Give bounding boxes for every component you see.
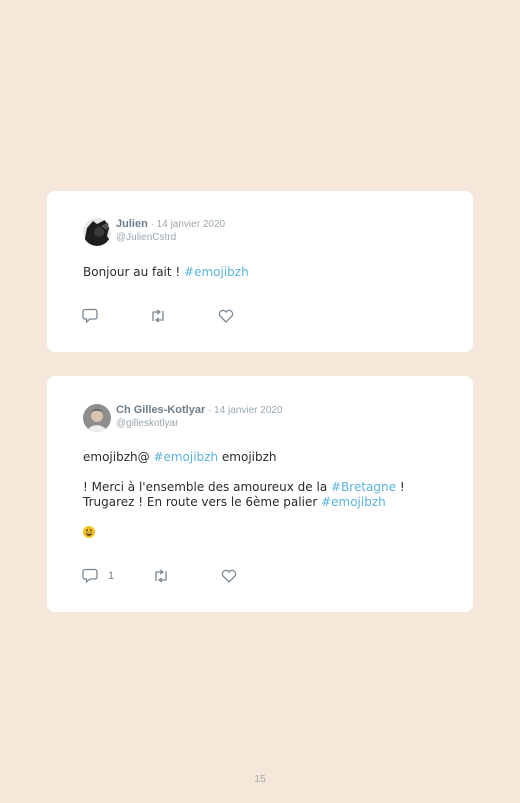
grinning-face-emoji	[83, 525, 95, 538]
tweet-header: Julien · 14 janvier 2020 @JulienCstrd	[83, 218, 225, 246]
reply-icon	[82, 308, 98, 323]
reply-count: 1	[108, 569, 115, 582]
tweet-date[interactable]: · 14 janvier 2020	[208, 405, 283, 416]
retweet-icon	[152, 308, 164, 323]
hashtag-link[interactable]: #emojibzh	[184, 265, 249, 279]
like-button[interactable]	[218, 309, 234, 323]
tweet-line: Trugarez ! En route vers le 6ème palier …	[83, 495, 423, 510]
tweet-line	[83, 524, 423, 539]
tweet-meta: Julien · 14 janvier 2020 @JulienCstrd	[116, 218, 225, 244]
tweet-text-body: Bonjour au fait !	[83, 265, 185, 279]
author-name[interactable]: Ch Gilles-Kotlyar	[116, 404, 205, 416]
like-button[interactable]	[221, 569, 237, 583]
avatar[interactable]	[83, 218, 111, 246]
like-icon	[218, 309, 234, 323]
tweet-text-body: !	[396, 480, 405, 494]
retweet-button[interactable]	[152, 568, 170, 583]
author-handle[interactable]: @gilleskotlyar	[116, 417, 283, 430]
avatar[interactable]	[83, 404, 111, 432]
tweet-line: emojibzh@ #emojibzh emojibzh	[83, 450, 423, 465]
like-icon	[221, 569, 237, 583]
tweet-text-body: ! Merci à l'ensemble des amoureux de la	[83, 480, 331, 494]
tweet-text: emojibzh@ #emojibzh emojibzh ! Merci à l…	[83, 450, 423, 539]
reply-button[interactable]: 1	[82, 568, 114, 583]
tweet-date[interactable]: · 14 janvier 2020	[151, 219, 226, 230]
tweet-meta: Ch Gilles-Kotlyar · 14 janvier 2020 @gil…	[116, 404, 283, 430]
tweet-text-body: emojibzh	[218, 450, 277, 464]
tweet-actions	[82, 308, 234, 323]
retweet-icon	[155, 568, 167, 583]
tweet-card: Julien · 14 janvier 2020 @JulienCstrd Bo…	[47, 191, 473, 352]
page-number: 15	[254, 774, 266, 785]
retweet-button[interactable]	[149, 308, 167, 323]
tweet-header: Ch Gilles-Kotlyar · 14 janvier 2020 @gil…	[83, 404, 283, 432]
tweet-text-body: emojibzh@	[83, 450, 154, 464]
hashtag-link[interactable]: #emojibzh	[321, 495, 386, 509]
hashtag-link[interactable]: #emojibzh	[153, 450, 218, 464]
reply-button[interactable]	[82, 308, 98, 323]
tweet-text: Bonjour au fait ! #emojibzh	[83, 265, 423, 280]
reply-icon	[82, 568, 98, 583]
tweet-line: ! Merci à l'ensemble des amoureux de la …	[83, 480, 423, 495]
author-handle[interactable]: @JulienCstrd	[116, 231, 225, 244]
hashtag-link[interactable]: #Bretagne	[331, 480, 396, 494]
tweet-actions: 1	[82, 568, 237, 583]
tweet-text-body: Trugarez ! En route vers le 6ème palier	[83, 495, 322, 509]
author-name[interactable]: Julien	[116, 218, 148, 230]
tweet-card: Ch Gilles-Kotlyar · 14 janvier 2020 @gil…	[47, 376, 473, 612]
